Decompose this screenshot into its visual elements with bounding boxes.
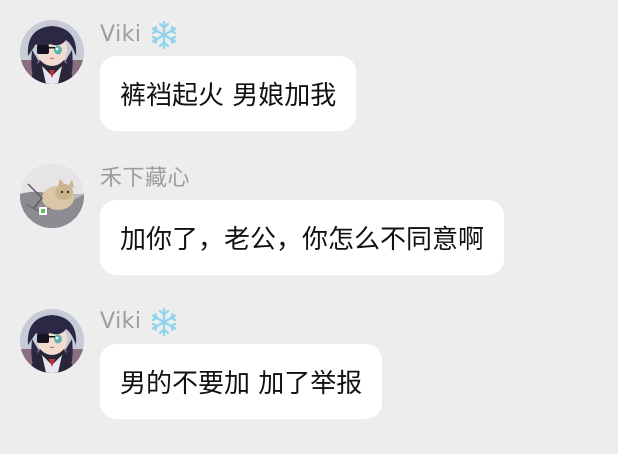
message-bubble[interactable]: 裤裆起火 男娘加我 <box>100 56 357 131</box>
sender-name: Viki <box>100 22 142 47</box>
sender-label: Viki <box>100 20 180 50</box>
chat-message: Viki 裤裆起火 男娘加我 <box>0 0 618 140</box>
sender-name: 禾下藏心 <box>100 166 191 191</box>
sender-label: 禾下藏心 <box>100 164 190 194</box>
cat-photo-avatar[interactable] <box>20 164 84 228</box>
chat-message: Viki 男的不要加 加了举报 <box>0 285 618 454</box>
message-text: 裤裆起火 男娘加我 <box>120 81 337 111</box>
anime-girl-avatar[interactable] <box>20 309 84 373</box>
sender-name: Viki <box>100 309 142 334</box>
snowflake-icon <box>148 19 180 51</box>
message-bubble[interactable]: 男的不要加 加了举报 <box>100 344 383 419</box>
chat-message: 禾下藏心 加你了，老公，你怎么不同意啊 <box>0 140 618 285</box>
snowflake-icon <box>148 306 180 338</box>
message-text: 加你了，老公，你怎么不同意啊 <box>120 225 485 255</box>
sender-label: Viki <box>100 307 180 337</box>
anime-girl-avatar[interactable] <box>20 20 84 84</box>
message-text: 男的不要加 加了举报 <box>120 369 363 399</box>
message-bubble[interactable]: 加你了，老公，你怎么不同意啊 <box>100 200 505 275</box>
